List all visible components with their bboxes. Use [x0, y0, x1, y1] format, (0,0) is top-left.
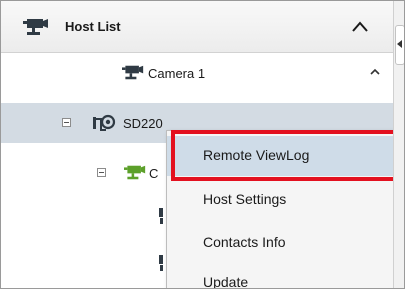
panel-splitter[interactable] — [393, 1, 404, 288]
menu-item-label: Remote ViewLog — [203, 147, 310, 163]
tree-row-label: Camera 1 — [148, 66, 206, 81]
menu-item-host-settings[interactable]: Host Settings — [167, 180, 396, 220]
tree-row-label: SD220 — [123, 116, 163, 131]
panel-title: Host List — [65, 19, 121, 34]
camera-icon — [124, 165, 146, 183]
menu-item-remote-viewlog[interactable]: Remote ViewLog — [167, 136, 396, 176]
scroll-up-icon[interactable] — [369, 65, 381, 75]
tree-row-label: C — [149, 166, 159, 181]
collapse-left-icon[interactable] — [395, 25, 404, 65]
menu-item-label: Contacts Info — [203, 234, 286, 250]
menu-item-label: Update — [203, 274, 249, 289]
camera-icon — [122, 65, 144, 83]
menu-item-label: Host Settings — [203, 191, 287, 207]
tree-row-camera-1[interactable]: Camera 1 — [1, 53, 393, 93]
camera-icon — [159, 208, 164, 224]
camera-icon — [23, 19, 49, 38]
ptz-camera-icon — [93, 114, 117, 135]
camera-icon — [159, 255, 164, 271]
host-list-header[interactable]: Host List — [1, 1, 393, 53]
menu-item-update[interactable]: Update — [167, 263, 396, 289]
collapse-toggle-icon[interactable] — [97, 168, 106, 177]
collapse-toggle-icon[interactable] — [62, 118, 71, 127]
chevron-up-icon[interactable] — [346, 15, 374, 39]
context-menu: Remote ViewLog Host Settings Contacts In… — [166, 130, 397, 289]
menu-item-contacts-info[interactable]: Contacts Info — [167, 223, 396, 263]
host-list-panel: Host List Camera 1 SD220 C Remote ViewLo… — [0, 0, 405, 289]
